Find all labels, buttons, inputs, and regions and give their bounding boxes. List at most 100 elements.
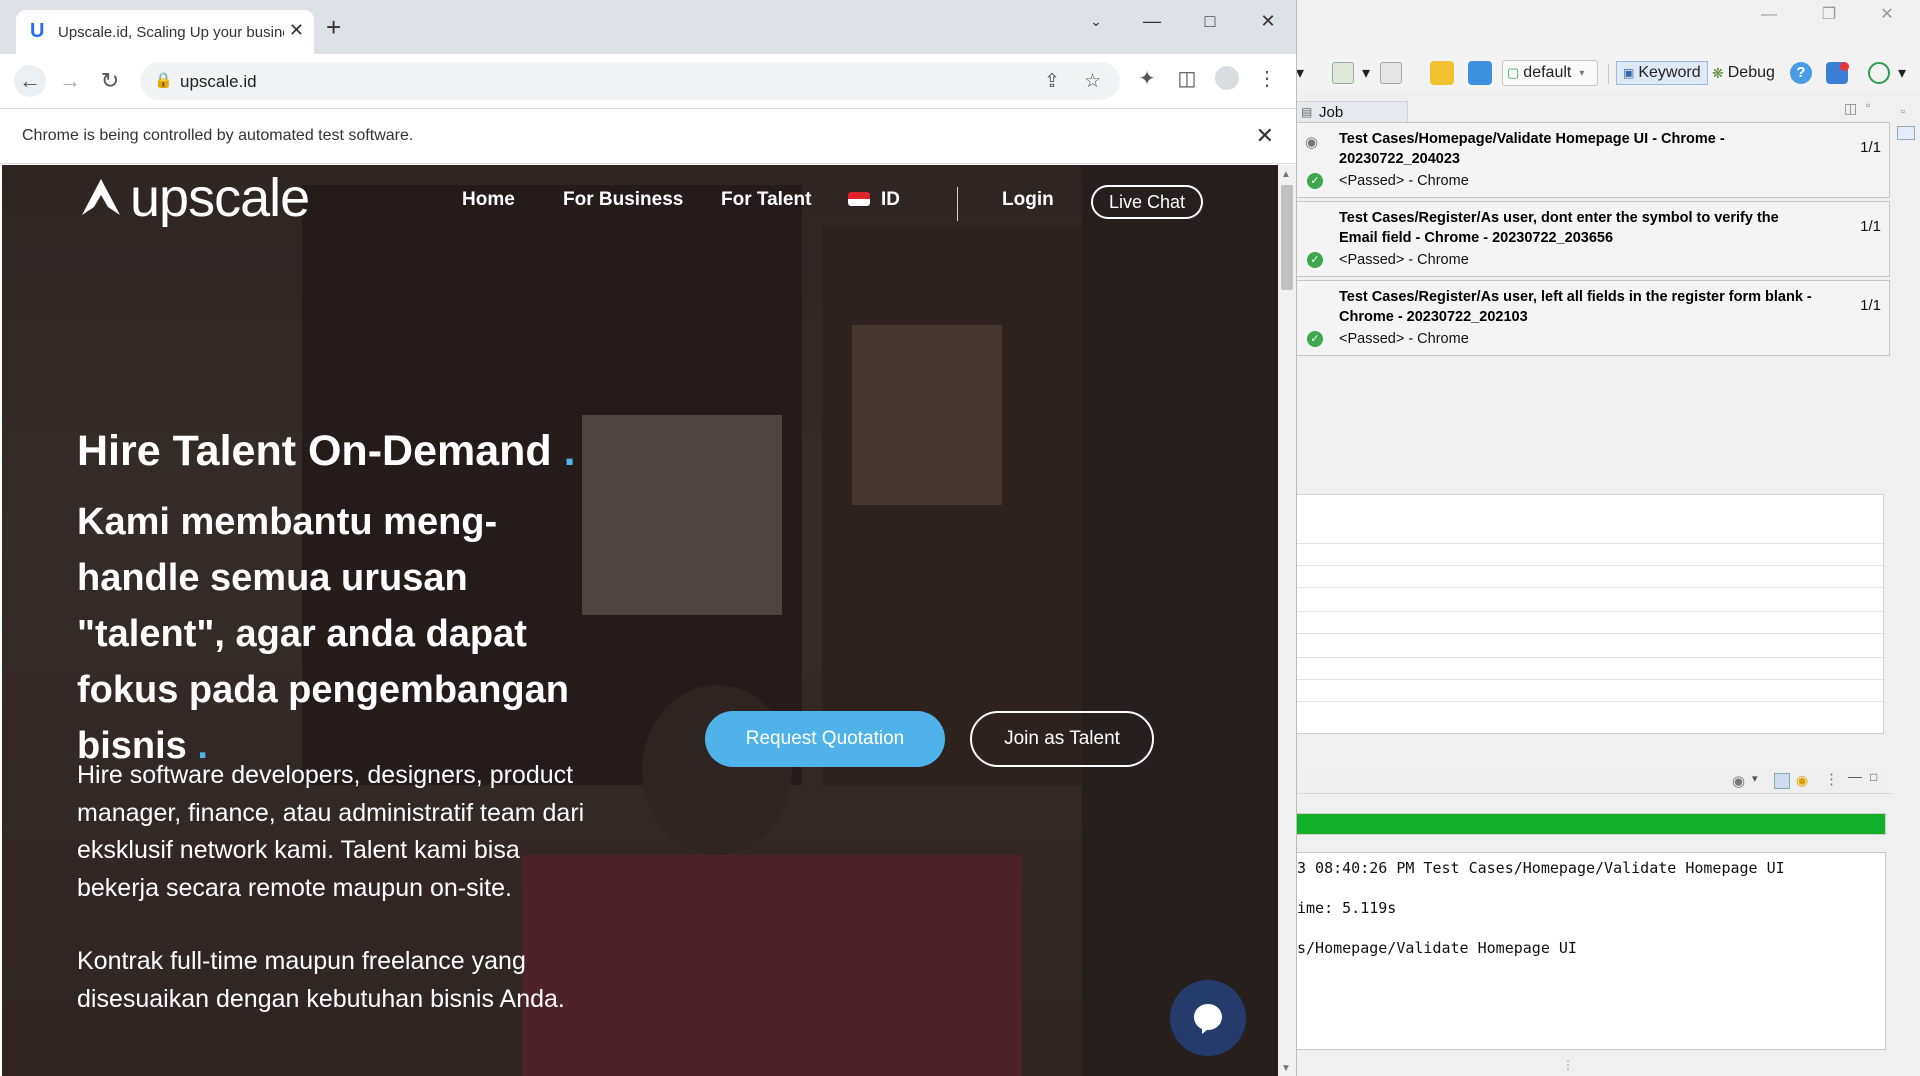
job-count: 1/1 [1860, 297, 1881, 314]
job-status: <Passed> - Chrome [1339, 331, 1469, 347]
restore-icon[interactable]: ▫ [1901, 106, 1905, 118]
job-card[interactable]: Test Cases/Homepage/Validate Homepage UI… [1296, 122, 1890, 198]
upscale-logo[interactable]: upscale [78, 167, 310, 229]
grid-row-line [1297, 587, 1883, 588]
lock-icon[interactable]: ◉ [1796, 772, 1808, 789]
accent-dot: . [551, 427, 576, 475]
profile-label: default [1523, 64, 1572, 81]
scroll-up-icon[interactable]: ▲ [1281, 169, 1291, 180]
minimize-icon[interactable]: ▫ [1866, 98, 1870, 112]
ide-restore-button[interactable]: ❐ [1804, 2, 1854, 28]
scroll-thumb[interactable] [1281, 185, 1293, 290]
browser-toolbar: ← → ↻ 🔒 upscale.id ⇪ ☆ ✦ ◫ ⋮ [0, 54, 1296, 108]
maximize-icon[interactable]: □ [1870, 770, 1877, 784]
passed-check-icon: ✓ [1307, 252, 1323, 268]
console-line: s/Homepage/Validate Homepage UI [1297, 939, 1577, 957]
tab-search-icon[interactable]: ⌄ [1074, 6, 1118, 36]
kobiton-icon[interactable] [1430, 60, 1454, 86]
bookmark-star-icon[interactable]: ☆ [1084, 70, 1101, 93]
ide-toolbar: ▾ ▾ ▢ default ▾ ▣ Keyword ❋ Debug ? ▾ [1296, 56, 1920, 90]
eye-icon[interactable]: ◉ [1732, 772, 1745, 790]
minimize-button[interactable]: — [1130, 6, 1174, 36]
menu-kebab-icon[interactable]: ⋮ [1252, 66, 1282, 91]
chevron-down-icon[interactable]: ▾ [1752, 772, 1758, 785]
job-count: 1/1 [1860, 218, 1881, 235]
help-icon[interactable]: ? [1790, 60, 1812, 86]
profile-dropdown[interactable]: ▢ default ▾ [1502, 60, 1598, 86]
chat-widget-button[interactable] [1170, 980, 1246, 1056]
address-bar[interactable]: 🔒 upscale.id ⇪ ☆ [140, 62, 1120, 100]
minimize-icon[interactable]: — [1848, 768, 1862, 784]
more-icon[interactable]: ⋮ [1824, 770, 1839, 788]
automation-infobar: Chrome is being controlled by automated … [0, 108, 1296, 164]
indonesia-flag-icon[interactable] [848, 192, 870, 206]
job-card[interactable]: Test Cases/Register/As user, dont enter … [1296, 201, 1890, 277]
browser-tab[interactable]: U Upscale.id, Scaling Up your business ✕ [16, 10, 314, 54]
lock-icon[interactable]: 🔒 [154, 71, 173, 89]
results-grid [1296, 494, 1884, 734]
testops-icon[interactable] [1468, 60, 1492, 86]
keyword-label: Keyword [1638, 64, 1701, 81]
job-status: <Passed> - Chrome [1339, 252, 1469, 268]
job-title: Test Cases/Homepage/Validate Homepage UI… [1339, 131, 1725, 167]
live-chat-button[interactable]: Live Chat [1091, 185, 1203, 219]
url-text: upscale.id [180, 72, 257, 91]
nav-divider [957, 187, 958, 221]
ide-close-button[interactable]: ✕ [1862, 2, 1912, 28]
debug-run-icon[interactable] [1332, 60, 1354, 86]
job-card[interactable]: Test Cases/Register/As user, left all fi… [1296, 280, 1890, 356]
chrome-window: U Upscale.id, Scaling Up your business ✕… [0, 0, 1296, 1076]
nav-for-talent[interactable]: For Talent [721, 189, 811, 211]
notification-icon[interactable] [1826, 60, 1849, 86]
stop-icon[interactable] [1380, 60, 1402, 86]
layout-icon[interactable] [1774, 773, 1790, 789]
page-scrollbar[interactable]: ▲ ▼ [1278, 165, 1296, 1076]
upscale-favicon-icon: U [30, 20, 45, 42]
ide-minimize-button[interactable]: — [1744, 2, 1794, 28]
reload-icon[interactable]: ↻ [94, 65, 126, 97]
forward-arrow-icon[interactable]: → [54, 65, 86, 97]
profile-avatar-icon[interactable] [1212, 66, 1242, 96]
hero-paragraph: Hire software developers, designers, pro… [77, 761, 585, 902]
maximize-button[interactable]: □ [1188, 6, 1232, 36]
dropdown-arrow-icon[interactable]: ▾ [1362, 60, 1370, 86]
extensions-puzzle-icon[interactable]: ✦ [1132, 66, 1162, 91]
console-header: ◉ ▾ ◉ ⋮ — □ [1296, 768, 1892, 794]
request-quotation-button[interactable]: Request Quotation [705, 711, 945, 767]
job-status: <Passed> - Chrome [1339, 173, 1469, 189]
nav-home[interactable]: Home [462, 189, 515, 211]
debug-perspective-button[interactable]: ❋ Debug [1712, 60, 1775, 86]
job-progress-tab[interactable]: ▤ Job Progress [1296, 101, 1408, 142]
upscale-logo-icon [82, 179, 120, 215]
tab-title: Upscale.id, Scaling Up your business [58, 24, 284, 41]
close-icon[interactable]: ✕ [1256, 123, 1274, 149]
clear-icon[interactable]: ◫ [1844, 100, 1857, 117]
share-icon[interactable]: ⇪ [1044, 70, 1060, 93]
view-icon[interactable] [1897, 126, 1915, 140]
test-progress-bar [1296, 813, 1886, 835]
console-line: ime: 5.119s [1297, 899, 1397, 917]
chevron-down-icon: ▾ [1579, 67, 1585, 79]
nav-language[interactable]: ID [881, 189, 900, 211]
grid-row-line [1297, 657, 1883, 658]
nav-for-business[interactable]: For Business [563, 189, 683, 211]
eye-icon[interactable]: ◉ [1305, 135, 1323, 150]
dropdown-arrow-icon[interactable]: ▾ [1296, 60, 1304, 86]
close-window-button[interactable]: ✕ [1246, 6, 1290, 36]
grid-row-line [1297, 543, 1883, 544]
join-as-talent-button[interactable]: Join as Talent [970, 711, 1154, 767]
account-icon[interactable] [1868, 60, 1890, 86]
resize-grip-icon[interactable]: ⋮ [1562, 1058, 1574, 1072]
chevron-down-icon[interactable]: ▾ [1898, 60, 1906, 86]
job-progress-panel: ▤ Job Progress ◫ ▫ Test Cases/Homepage/V… [1296, 98, 1892, 360]
new-tab-button[interactable]: + [326, 14, 341, 40]
side-toolbar: ▫ [1893, 98, 1920, 158]
console-log: 3 08:40:26 PM Test Cases/Homepage/Valida… [1296, 852, 1886, 1050]
keyword-perspective-button[interactable]: ▣ Keyword [1616, 61, 1708, 85]
close-tab-icon[interactable]: ✕ [289, 20, 304, 41]
back-arrow-icon[interactable]: ← [14, 65, 46, 97]
nav-login[interactable]: Login [1002, 189, 1054, 211]
scroll-down-icon[interactable]: ▼ [1281, 1063, 1291, 1074]
hero-paragraph: Kontrak full-time maupun freelance yang … [77, 947, 565, 1013]
side-panel-icon[interactable]: ◫ [1172, 66, 1202, 91]
